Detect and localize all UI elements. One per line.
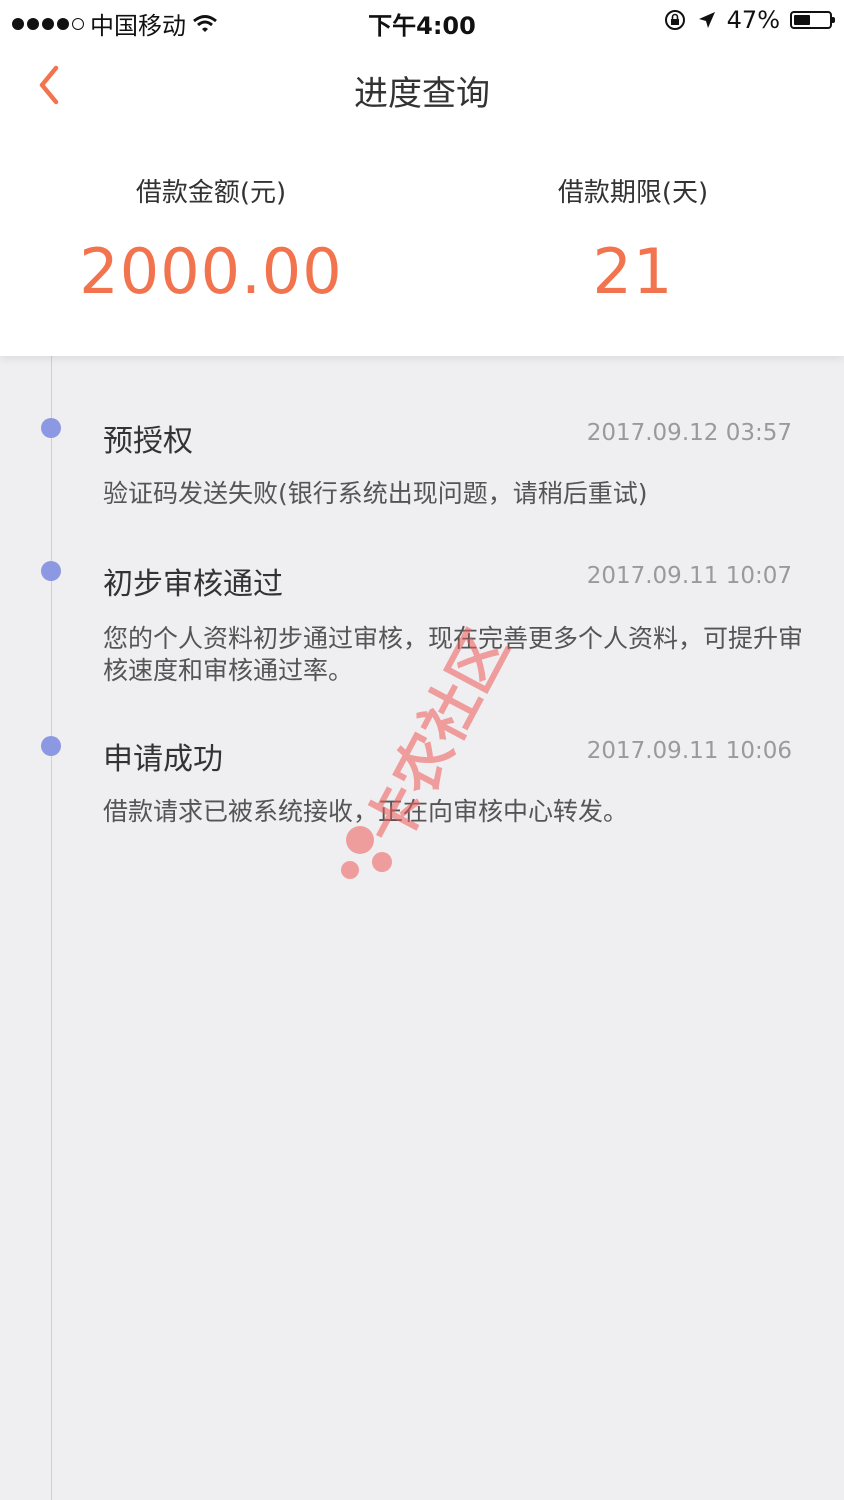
location-arrow-icon (698, 12, 715, 28)
timeline-title: 申请成功 (103, 742, 223, 777)
status-right: 47% (663, 6, 835, 34)
loan-summary: 借款金额(元) 2000.00 借款期限(天) 21 (0, 160, 844, 340)
timeline-date: 2017.09.11 10:07 (586, 563, 792, 589)
timeline-date: 2017.09.11 10:06 (586, 738, 792, 764)
term-value: 21 (592, 235, 674, 308)
term-column: 借款期限(天) 21 (422, 160, 844, 308)
battery-percent: 47% (726, 6, 780, 34)
timeline-date: 2017.09.12 03:57 (586, 420, 792, 446)
timeline-title: 初步审核通过 (103, 567, 283, 602)
rotation-lock-icon (664, 10, 685, 30)
timeline-line (51, 356, 52, 1500)
header-panel: 中国移动 下午4:00 47% 进度查询 借款金额(元) 2000.00 借款期… (0, 0, 844, 356)
battery-icon (790, 11, 835, 29)
timeline-desc: 借款请求已被系统接收，正在向审核中心转发。 (103, 797, 629, 826)
status-bar: 中国移动 下午4:00 47% (0, 0, 844, 44)
timeline-title: 预授权 (103, 424, 193, 459)
timeline-dot (41, 736, 61, 756)
amount-value: 2000.00 (79, 235, 343, 308)
term-label: 借款期限(天) (557, 178, 709, 208)
timeline-dot (41, 418, 61, 438)
page-title: 进度查询 (354, 74, 490, 114)
navigation-bar: 进度查询 (0, 44, 844, 132)
amount-label: 借款金额(元) (135, 178, 287, 208)
timeline-dot (41, 561, 61, 581)
timeline-desc: 验证码发送失败(银行系统出现问题，请稍后重试) (103, 479, 648, 508)
timeline-desc: 您的个人资料初步通过审核，现在完善更多个人资料，可提升审核速度和审核通过率。 (103, 624, 804, 685)
amount-column: 借款金额(元) 2000.00 (0, 160, 422, 308)
